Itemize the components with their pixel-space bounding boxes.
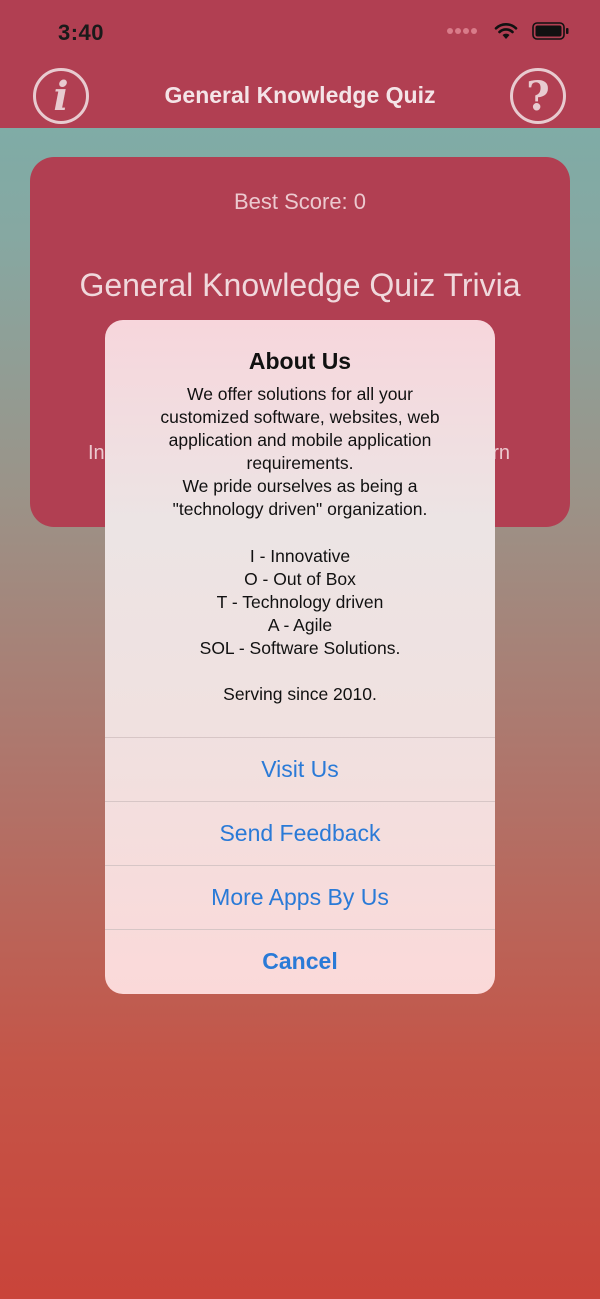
battery-icon — [532, 22, 569, 40]
wifi-icon — [494, 23, 518, 39]
best-score-label: Best Score: 0 — [233, 189, 367, 214]
send-feedback-button[interactable]: Send Feedback — [105, 801, 495, 865]
more-apps-button[interactable]: More Apps By Us — [105, 865, 495, 929]
signal-icon — [447, 28, 477, 34]
alert-title: About Us — [248, 348, 352, 374]
header-bar: 3:40 i General Knowledge Quiz ? — [0, 0, 600, 128]
about-us-alert: About Us We offer solutions for all your… — [105, 320, 495, 994]
status-time: 3:40 — [58, 20, 105, 45]
status-indicators — [446, 22, 570, 40]
quiz-title: General Knowledge Quiz Trivia — [79, 267, 521, 303]
visit-us-button[interactable]: Visit Us — [105, 737, 495, 801]
alert-message: We offer solutions for all your customiz… — [160, 384, 440, 705]
cancel-button[interactable]: Cancel — [105, 929, 495, 993]
help-button[interactable]: ? — [510, 68, 566, 124]
card-hidden-text-left: In — [88, 442, 105, 464]
